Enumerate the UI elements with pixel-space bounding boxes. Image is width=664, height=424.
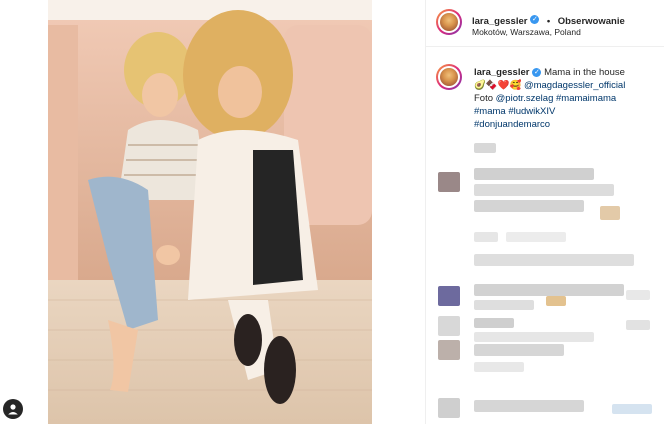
post-image[interactable] — [48, 0, 372, 424]
verified-badge-icon: ✓ — [530, 15, 540, 25]
mention-link[interactable]: @magdagessler_official — [524, 80, 625, 91]
user-profile-icon — [8, 404, 18, 415]
profile-icon[interactable] — [3, 399, 23, 419]
post-header: lara_gessler ✓ • Obserwowanie Mokotów, Wa… — [426, 0, 664, 47]
hashtag-mama[interactable]: #mama — [474, 106, 506, 117]
header-location[interactable]: Mokotów, Warszawa, Poland — [472, 27, 581, 37]
hashtag-ludwikxiv[interactable]: #ludwikXIV — [508, 106, 555, 117]
post-photo — [48, 0, 372, 424]
header-avatar[interactable] — [436, 9, 462, 35]
verified-badge-icon: ✓ — [532, 67, 542, 77]
header-username[interactable]: lara_gessler — [472, 16, 527, 27]
post-caption: lara_gessler ✓ Mama in the house 🥑🍫❤️🥰 @m… — [474, 66, 660, 131]
caption-avatar[interactable] — [436, 64, 462, 90]
caption-emojis: 🥑🍫❤️🥰 — [474, 80, 522, 91]
header-dot: • — [546, 16, 551, 27]
post-side-panel: lara_gessler ✓ • Obserwowanie Mokotów, Wa… — [425, 0, 664, 424]
photographer-link[interactable]: @piotr.szelag — [496, 93, 554, 104]
hashtag-donjuandemarco[interactable]: #donjuandemarco — [474, 119, 550, 130]
photo-credit-label: Foto — [474, 93, 494, 104]
hashtag-mamaimama[interactable]: #mamaimama — [556, 93, 616, 104]
caption-text: Mama in the house — [544, 67, 625, 78]
caption-username[interactable]: lara_gessler — [474, 67, 529, 78]
follow-status-button[interactable]: Obserwowanie — [558, 16, 625, 27]
left-gutter — [0, 0, 48, 424]
